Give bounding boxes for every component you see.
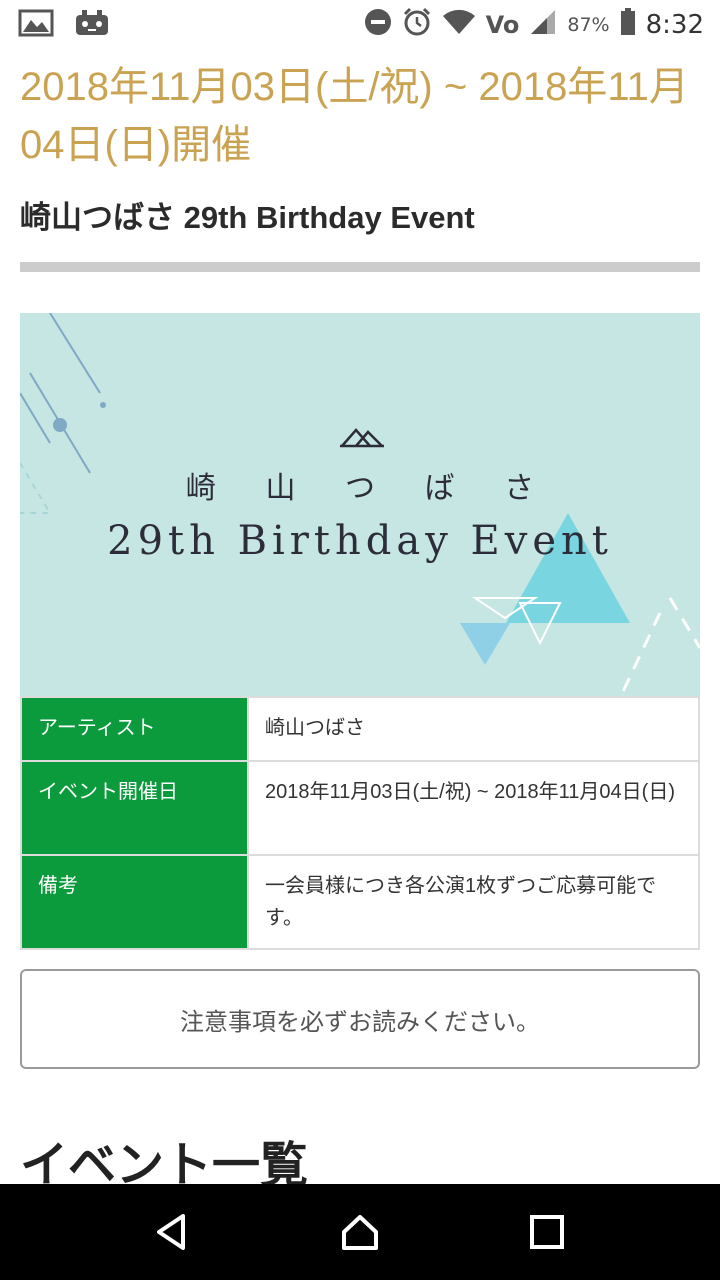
- battery-percent: 87%: [567, 14, 610, 36]
- home-icon: [341, 1215, 378, 1250]
- volte-label: Vo: [485, 11, 520, 39]
- row-value-artist: 崎山つばさ: [247, 696, 700, 762]
- home-button[interactable]: [330, 1202, 390, 1262]
- do-not-disturb-icon: [364, 8, 392, 42]
- recents-button[interactable]: [517, 1202, 577, 1262]
- row-key-artist: アーティスト: [20, 696, 249, 762]
- title-divider: [20, 262, 700, 272]
- table-row: イベント開催日 2018年11月03日(土/祝) ~ 2018年11月04日(日…: [20, 760, 700, 856]
- status-bar-right: Vo 87% 8:32: [364, 7, 704, 43]
- clock: 8:32: [645, 10, 704, 40]
- signal-icon: [529, 8, 557, 42]
- gallery-icon: [18, 8, 54, 42]
- status-bar-left: [18, 7, 110, 43]
- event-banner-image: 崎 山 つ ば さ 29th Birthday Event: [20, 313, 700, 698]
- volte-icon: Vo: [486, 11, 520, 39]
- event-list-heading: イベント一覧: [20, 1139, 309, 1184]
- game-icon: [74, 7, 110, 43]
- event-info-table: アーティスト 崎山つばさ イベント開催日 2018年11月03日(土/祝) ~ …: [20, 696, 700, 950]
- banner-event-name: 29th Birthday Event: [107, 518, 613, 564]
- navigation-bar: [0, 1184, 720, 1280]
- row-value-date: 2018年11月03日(土/祝) ~ 2018年11月04日(日): [247, 760, 700, 856]
- event-title: 崎山つばさ 29th Birthday Event: [20, 200, 475, 235]
- table-row: アーティスト 崎山つばさ: [20, 696, 700, 762]
- row-key-date: イベント開催日: [20, 760, 249, 856]
- row-key-notes: 備考: [20, 854, 249, 950]
- event-date-heading: 2018年11月03日(土/祝) ~ 2018年11月04日(日)開催: [20, 65, 689, 167]
- alarm-icon: [402, 7, 432, 43]
- back-icon: [157, 1214, 186, 1250]
- page-content: 2018年11月03日(土/祝) ~ 2018年11月04日(日)開催 崎山つば…: [0, 50, 720, 1184]
- status-bar: Vo 87% 8:32: [0, 0, 720, 50]
- banner-artist-name: 崎 山 つ ば さ: [185, 471, 555, 506]
- read-notice-button[interactable]: 注意事項を必ずお読みください。: [20, 969, 700, 1069]
- table-row: 備考 一会員様につき各公演1枚ずつご応募可能です。: [20, 854, 700, 950]
- recents-icon: [529, 1215, 564, 1249]
- back-button[interactable]: [143, 1202, 203, 1262]
- wifi-icon: [442, 8, 476, 42]
- battery-icon: [620, 8, 636, 42]
- row-value-notes: 一会員様につき各公演1枚ずつご応募可能です。: [247, 854, 700, 950]
